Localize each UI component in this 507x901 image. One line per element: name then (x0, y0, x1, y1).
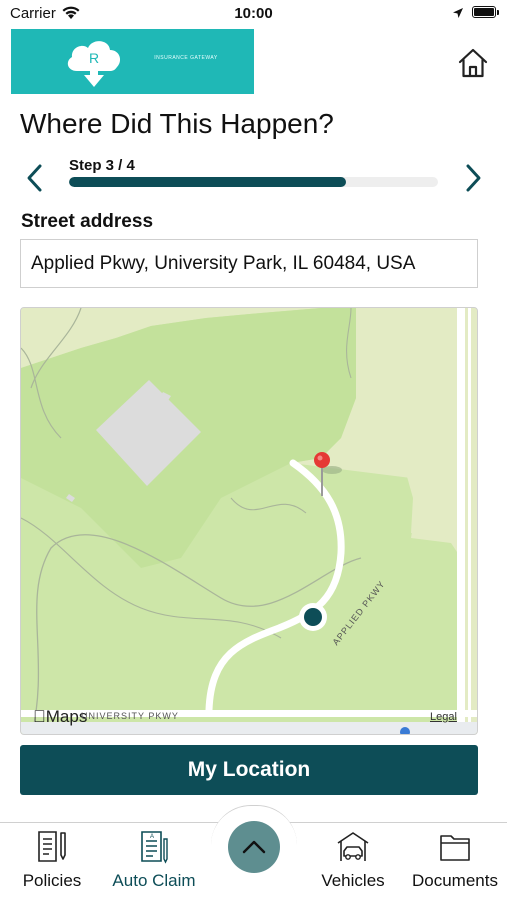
logo-text: INSURANCE GATEWAY (154, 55, 218, 61)
tab-auto-claim[interactable]: A Auto Claim (104, 823, 204, 901)
clock: 10:00 (234, 5, 273, 22)
garage-car-icon (337, 832, 369, 861)
tab-policies[interactable]: Policies (2, 823, 102, 901)
status-bar: Carrier 10:00 (0, 0, 507, 28)
map-canvas: APPLIED PKWY (21, 308, 477, 734)
policy-doc-icon (38, 831, 66, 862)
previous-step-chevron-icon[interactable] (22, 160, 50, 196)
cloud-download-icon: R (67, 41, 121, 87)
expand-menu-button[interactable] (228, 821, 280, 873)
home-icon[interactable] (454, 44, 492, 82)
battery-icon (472, 6, 496, 18)
step-indicator: Step 3 / 4 (69, 157, 135, 174)
next-step-chevron-icon[interactable] (458, 160, 486, 196)
tab-label: Policies (22, 871, 82, 890)
street-address-input[interactable] (20, 239, 478, 288)
maps-brand: Maps (33, 707, 87, 726)
app-logo: R INSURANCE GATEWAY (11, 29, 254, 94)
road-label-university: UNIVERSITY PKWY (81, 711, 179, 721)
claim-doc-icon: A (141, 831, 168, 864)
battery-tip (497, 10, 499, 15)
step-progress-bar (69, 177, 438, 187)
tab-label: Documents (412, 871, 498, 890)
tab-vehicles[interactable]: Vehicles (303, 823, 403, 901)
street-address-label: Street address (21, 211, 154, 232)
map-view[interactable]: APPLIED PKWY Maps UNIVERSITY PKWY Legal (20, 307, 478, 735)
tab-label: Vehicles (321, 871, 385, 890)
folder-icon (440, 835, 470, 861)
location-arrow-icon (453, 8, 463, 18)
step-progress-fill (69, 177, 346, 187)
map-pin-icon (314, 452, 330, 468)
logo-letter: R (89, 50, 99, 66)
chevron-up-icon (242, 840, 266, 854)
apple-logo-icon:  (33, 707, 46, 726)
map-legal-link[interactable]: Legal (430, 711, 457, 723)
current-location-icon (304, 608, 322, 626)
page-title: Where Did This Happen? (20, 108, 334, 139)
tab-documents[interactable]: Documents (405, 823, 505, 901)
tab-label: Auto Claim (112, 871, 196, 890)
my-location-button[interactable]: My Location (20, 745, 478, 795)
svg-text:A: A (150, 834, 154, 840)
